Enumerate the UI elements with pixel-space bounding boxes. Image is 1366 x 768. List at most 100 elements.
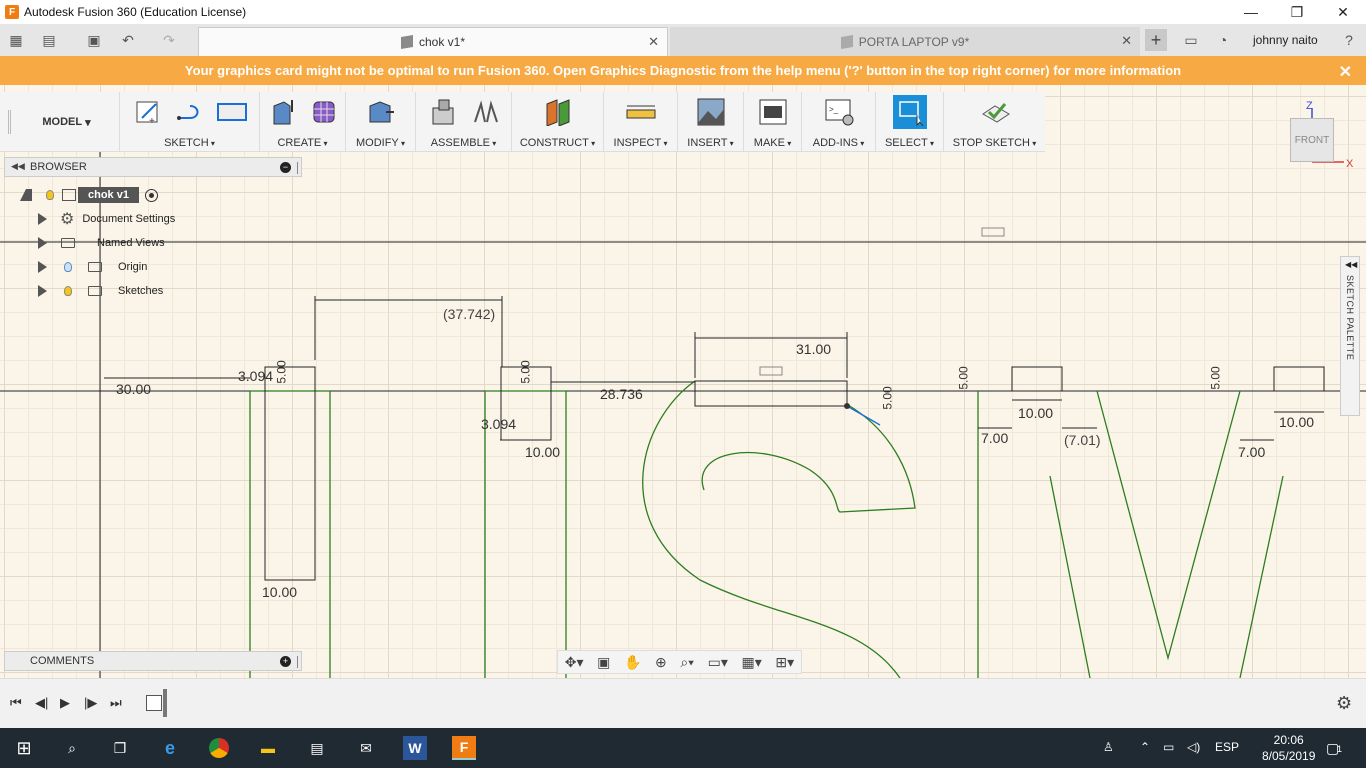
go-to-start-icon[interactable]: ⏮ [10,695,22,711]
expand-triangle-icon[interactable] [38,261,47,273]
press-pull-icon[interactable] [364,95,398,129]
input-language[interactable]: ESP [1215,740,1239,754]
form-icon[interactable] [307,95,341,129]
sketch-palette-tab[interactable]: ◀◀ SKETCH PALETTE [1340,256,1360,416]
new-tab-button[interactable]: + [1145,29,1167,51]
inspect-group[interactable]: INSPECT [604,92,678,152]
dimension-label[interactable]: (7.01) [1064,432,1101,448]
dimension-label[interactable]: 10.00 [1018,405,1053,421]
offset-plane-icon[interactable] [541,95,575,129]
browser-collapse-button[interactable]: − [280,162,291,173]
visibility-bulb-icon[interactable] [46,190,54,200]
undo-icon[interactable]: ↶ [117,30,139,50]
dimension-label[interactable]: 3.094 [481,416,516,432]
word-icon[interactable]: W [403,736,427,760]
visibility-bulb-icon[interactable] [64,262,72,272]
dimension-label[interactable]: 5.00 [1209,366,1223,389]
joint-icon[interactable] [468,95,502,129]
browser-item-sketches[interactable]: Sketches [38,281,163,301]
expand-triangle-icon[interactable] [38,237,47,249]
root-component-label[interactable]: chok v1 [78,187,139,203]
assemble-group[interactable]: ASSEMBLE [416,92,512,152]
zoom-icon[interactable]: ⊕ [655,654,667,671]
tab-porta-laptop[interactable]: PORTA LAPTOP v9* ✕ [670,27,1140,56]
step-forward-icon[interactable]: |▶ [84,695,97,711]
close-banner-icon[interactable]: ✕ [1339,62,1352,82]
stop-sketch-group[interactable]: STOP SKETCH [944,92,1045,152]
expand-palette-icon[interactable]: ◀◀ [1345,260,1357,269]
tab-chok-v1[interactable]: chok v1* ✕ [198,27,668,56]
minimize-button[interactable]: — [1228,0,1274,24]
step-back-icon[interactable]: ◀| [35,695,48,711]
close-window-button[interactable]: ✕ [1320,0,1366,24]
save-icon[interactable]: ▣ [83,30,105,50]
sketch-feature-icon[interactable] [146,695,162,711]
dimension-label[interactable]: 3.094 [238,368,273,384]
show-hidden-icons[interactable]: ⌃ [1140,740,1150,754]
stop-sketch-icon[interactable] [978,95,1012,129]
grid-settings-icon[interactable]: ▦▾ [742,654,762,671]
dimension-label[interactable]: 31.00 [796,341,831,357]
zoom-window-icon[interactable]: ⌕▾ [680,654,694,671]
people-icon[interactable]: ♙ [1103,740,1114,754]
display-settings-icon[interactable]: ▭▾ [708,654,728,671]
select-group[interactable]: SELECT [876,92,944,152]
dimension-label[interactable]: 7.00 [1238,444,1265,460]
comments-panel-header[interactable]: COMMENTS + [4,651,302,671]
select-icon[interactable] [892,95,927,129]
play-icon[interactable]: ▶ [60,695,70,711]
make-group[interactable]: MAKE [744,92,802,152]
windows-start-icon[interactable]: ⊞ [12,736,36,760]
expand-triangle-icon[interactable] [38,285,47,297]
rectangle-icon[interactable] [215,95,249,129]
dimension-label[interactable]: 10.00 [1279,414,1314,430]
dimension-label[interactable]: 5.00 [881,386,895,409]
browser-item-document-settings[interactable]: ⚙ Document Settings [38,209,175,229]
panel-grip[interactable] [297,656,299,668]
panel-grip[interactable] [297,162,299,174]
extrude-icon[interactable] [265,95,299,129]
clock[interactable]: 20:06 8/05/2019 [1262,732,1315,764]
orbit-icon[interactable]: ✥▾ [565,654,584,671]
restore-button[interactable]: ❐ [1274,0,1320,24]
volume-icon[interactable]: ◁) [1187,740,1200,754]
file-menu-icon[interactable]: ▤ [38,30,60,50]
dimension-label[interactable]: 5.00 [275,360,289,383]
expand-triangle-icon[interactable] [38,213,47,225]
modify-group[interactable]: MODIFY [346,92,416,152]
dimension-label[interactable]: (37.742) [443,306,495,322]
view-cube[interactable]: FRONT [1290,118,1334,162]
dimension-label[interactable]: 7.00 [981,430,1008,446]
app-grid-icon[interactable]: ▦ [5,30,27,50]
workspace-switcher[interactable]: MODEL ▾ [14,92,120,152]
timeline-settings-icon[interactable]: ⚙ [1336,693,1352,714]
toolbar-grip[interactable] [8,110,11,134]
expanded-triangle-icon[interactable] [20,189,32,201]
mail-icon[interactable]: ✉ [354,736,378,760]
store-icon[interactable]: ▤ [305,736,329,760]
close-tab-icon[interactable]: ✕ [1121,33,1132,49]
search-icon[interactable]: ⌕ [60,736,84,760]
notifications-icon[interactable]: ▭ [1180,30,1202,50]
user-menu[interactable]: johnny naito [1253,33,1318,47]
construct-group[interactable]: CONSTRUCT [512,92,604,152]
activate-radio-icon[interactable] [144,188,158,202]
job-status-icon[interactable]: ◔ [1212,30,1234,50]
insert-image-icon[interactable] [694,95,728,129]
add-comment-button[interactable]: + [280,656,291,667]
timeline-marker[interactable] [163,689,167,717]
browser-item-origin[interactable]: Origin [38,257,147,277]
browser-root[interactable]: chok v1 [20,185,158,205]
add-ins-group[interactable]: >_ ADD-INS [802,92,876,152]
file-explorer-icon[interactable]: ▬ [256,736,280,760]
scripts-icon[interactable]: >_ [822,95,856,129]
3d-print-icon[interactable] [756,95,790,129]
viewports-icon[interactable]: ⊞▾ [775,654,794,671]
chrome-icon[interactable] [207,736,231,760]
dimension-label[interactable]: 5.00 [519,360,533,383]
dimension-label[interactable]: 10.00 [262,584,297,600]
dimension-label[interactable]: 5.00 [957,366,971,389]
line-icon[interactable] [173,95,207,129]
create-sketch-icon[interactable]: + [131,95,165,129]
task-view-icon[interactable]: ❐ [108,736,132,760]
